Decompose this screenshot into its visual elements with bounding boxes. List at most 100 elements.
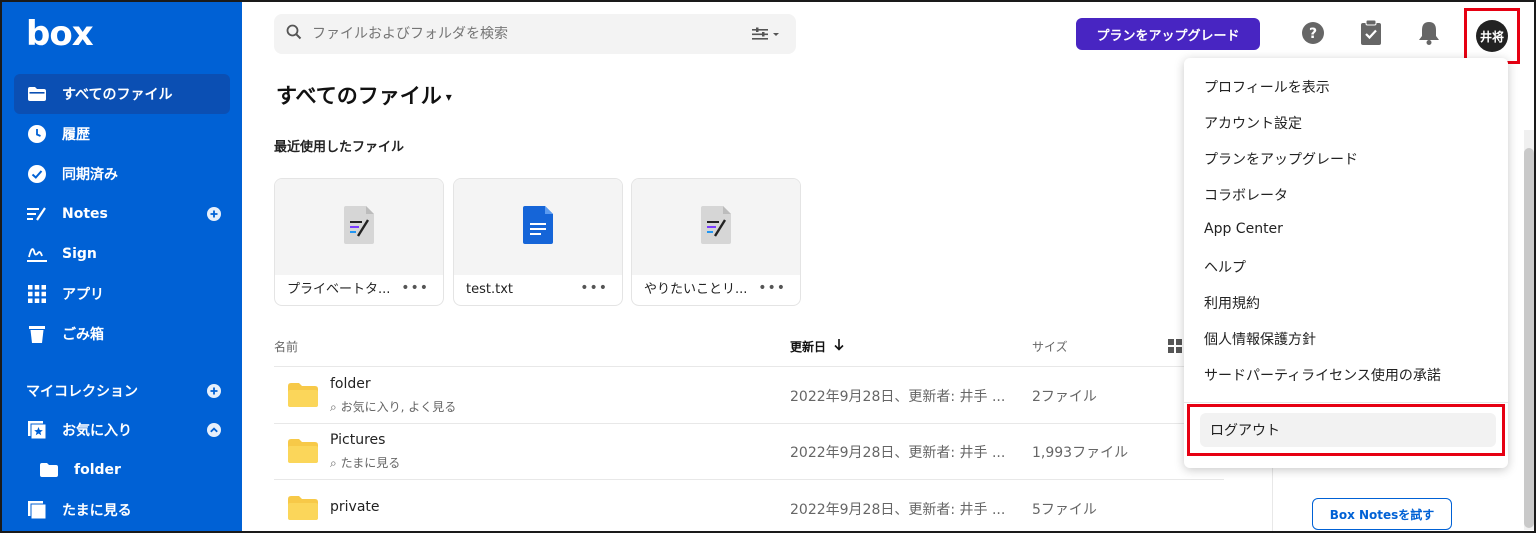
sidebar-item-label: 履歴 bbox=[62, 127, 90, 143]
file-thumbnail bbox=[275, 179, 443, 275]
sidebar-item-favorite-folder[interactable]: folder bbox=[14, 450, 230, 490]
sidebar: box すべてのファイル 履歴 同期済み Notes Sign アプリ ごみ箱 … bbox=[0, 0, 242, 533]
updated-info: 2022年9月28日、更新者: 井手 ... bbox=[790, 445, 1006, 461]
file-thumbnail bbox=[454, 179, 622, 275]
tasks-clipboard-icon[interactable] bbox=[1358, 20, 1384, 46]
sidebar-item-sign[interactable]: Sign bbox=[14, 234, 230, 274]
sidebar-item-label: ごみ箱 bbox=[62, 327, 104, 343]
sort-arrow-down-icon bbox=[834, 339, 844, 354]
divider bbox=[274, 366, 1224, 367]
sidebar-item-label: Sign bbox=[62, 246, 97, 262]
recent-file-card[interactable]: やりたいことリ... ••• bbox=[631, 178, 801, 306]
recent-file-card[interactable]: プライベートタ... ••• bbox=[274, 178, 444, 306]
sidebar-item-label: すべてのファイル bbox=[62, 87, 173, 103]
sidebar-item-trash[interactable]: ごみ箱 bbox=[14, 314, 230, 354]
file-count: 2ファイル bbox=[1032, 389, 1097, 405]
sidebar-item-label: お気に入り bbox=[62, 423, 132, 439]
menu-item-collaborators[interactable]: コラボレータ bbox=[1204, 185, 1288, 205]
column-header-label: 更新日 bbox=[790, 340, 827, 354]
upgrade-plan-button[interactable]: プランをアップグレード bbox=[1076, 18, 1260, 50]
menu-item-app-center[interactable]: App Center bbox=[1204, 221, 1283, 237]
recent-files-heading: 最近使用したファイル bbox=[274, 140, 405, 155]
recent-file-name: やりたいことリ... bbox=[644, 282, 748, 297]
grid-view-icon[interactable] bbox=[1168, 338, 1182, 353]
more-options-icon[interactable]: ••• bbox=[401, 280, 429, 296]
sidebar-item-notes[interactable]: Notes bbox=[14, 194, 230, 234]
file-count: 5ファイル bbox=[1032, 502, 1097, 518]
avatar[interactable]: 井将 bbox=[1476, 20, 1508, 52]
more-options-icon[interactable]: ••• bbox=[580, 280, 608, 296]
sign-icon bbox=[26, 243, 48, 265]
help-icon[interactable]: ? bbox=[1300, 20, 1326, 46]
recent-file-name: プライベートタ... bbox=[287, 282, 391, 297]
folder-name[interactable]: private bbox=[330, 499, 380, 515]
column-header-size[interactable]: サイズ bbox=[1032, 338, 1068, 355]
folder-icon bbox=[288, 496, 318, 520]
scrollbar-thumb[interactable] bbox=[1524, 148, 1534, 528]
notification-bell-icon[interactable] bbox=[1416, 20, 1442, 46]
sidebar-item-favorites[interactable]: お気に入り bbox=[14, 410, 230, 450]
recent-file-name: test.txt bbox=[466, 282, 513, 297]
collection-tag-text: お気に入り, よく見る bbox=[340, 400, 457, 414]
notes-icon bbox=[26, 203, 48, 225]
search-filter-icon[interactable] bbox=[752, 26, 782, 46]
file-count: 1,993ファイル bbox=[1032, 445, 1129, 461]
sidebar-item-label: Notes bbox=[62, 206, 108, 222]
menu-item-logout[interactable]: ログアウト bbox=[1200, 413, 1496, 447]
file-thumbnail bbox=[632, 179, 800, 275]
tag-icon: ⌕ bbox=[330, 456, 337, 470]
column-header-name[interactable]: 名前 bbox=[274, 338, 298, 355]
apps-grid-icon bbox=[26, 283, 48, 305]
check-circle-icon bbox=[26, 163, 48, 185]
sidebar-item-synced[interactable]: 同期済み bbox=[14, 154, 230, 194]
folder-icon bbox=[38, 459, 60, 481]
menu-item-terms[interactable]: 利用規約 bbox=[1204, 293, 1260, 313]
collection-tag-text: たまに見る bbox=[340, 456, 401, 470]
tag-icon: ⌕ bbox=[330, 400, 337, 414]
search-bar[interactable] bbox=[274, 14, 796, 54]
sidebar-item-all-files[interactable]: すべてのファイル bbox=[14, 74, 230, 114]
more-options-icon[interactable]: ••• bbox=[758, 280, 786, 296]
sidebar-item-apps[interactable]: アプリ bbox=[14, 274, 230, 314]
menu-item-third-party-licenses[interactable]: サードパーティライセンス使用の承諾 bbox=[1204, 365, 1441, 385]
folder-icon bbox=[288, 383, 318, 407]
sidebar-item-history[interactable]: 履歴 bbox=[14, 114, 230, 154]
divider bbox=[274, 423, 1224, 424]
caret-down-icon: ▾ bbox=[445, 90, 452, 104]
page-title[interactable]: すべてのファイル ▾ bbox=[276, 80, 452, 110]
page-title-text: すべてのファイル bbox=[276, 84, 442, 108]
column-header-updated[interactable]: 更新日 bbox=[790, 338, 844, 355]
clock-icon bbox=[26, 123, 48, 145]
menu-item-help[interactable]: ヘルプ bbox=[1204, 257, 1246, 277]
menu-item-view-profile[interactable]: プロフィールを表示 bbox=[1204, 77, 1330, 97]
document-file-icon bbox=[523, 206, 553, 248]
menu-divider bbox=[1184, 402, 1508, 403]
boxnote-file-icon bbox=[701, 206, 731, 248]
box-logo[interactable]: box bbox=[26, 14, 94, 54]
add-collection-icon[interactable] bbox=[206, 383, 222, 399]
search-input[interactable] bbox=[312, 26, 732, 42]
star-collection-icon bbox=[26, 419, 48, 441]
menu-item-privacy-policy[interactable]: 個人情報保護方針 bbox=[1204, 329, 1316, 349]
folder-icon bbox=[26, 83, 48, 105]
recent-file-card[interactable]: test.txt ••• bbox=[453, 178, 623, 306]
menu-item-upgrade-plan[interactable]: プランをアップグレード bbox=[1204, 149, 1358, 169]
folder-icon bbox=[288, 439, 318, 463]
try-box-notes-button[interactable]: Box Notesを試す bbox=[1312, 498, 1452, 530]
folder-name[interactable]: Pictures bbox=[330, 432, 385, 448]
menu-item-account-settings[interactable]: アカウント設定 bbox=[1204, 113, 1302, 133]
trash-icon bbox=[26, 323, 48, 345]
chevron-up-icon[interactable] bbox=[206, 422, 222, 438]
collection-tags: ⌕ たまに見る bbox=[330, 454, 400, 471]
boxnote-file-icon bbox=[344, 206, 374, 248]
avatar-highlight: 井将 bbox=[1464, 8, 1520, 64]
sidebar-item-label: たまに見る bbox=[62, 503, 132, 519]
logout-highlight: ログアウト bbox=[1187, 404, 1505, 456]
collection-icon bbox=[26, 499, 48, 521]
add-note-icon[interactable] bbox=[206, 206, 222, 222]
folder-name[interactable]: folder bbox=[330, 376, 371, 392]
svg-text:?: ? bbox=[1309, 26, 1317, 42]
search-icon bbox=[286, 24, 302, 44]
sidebar-item-label: folder bbox=[74, 462, 121, 478]
sidebar-item-occasional[interactable]: たまに見る bbox=[14, 490, 230, 530]
